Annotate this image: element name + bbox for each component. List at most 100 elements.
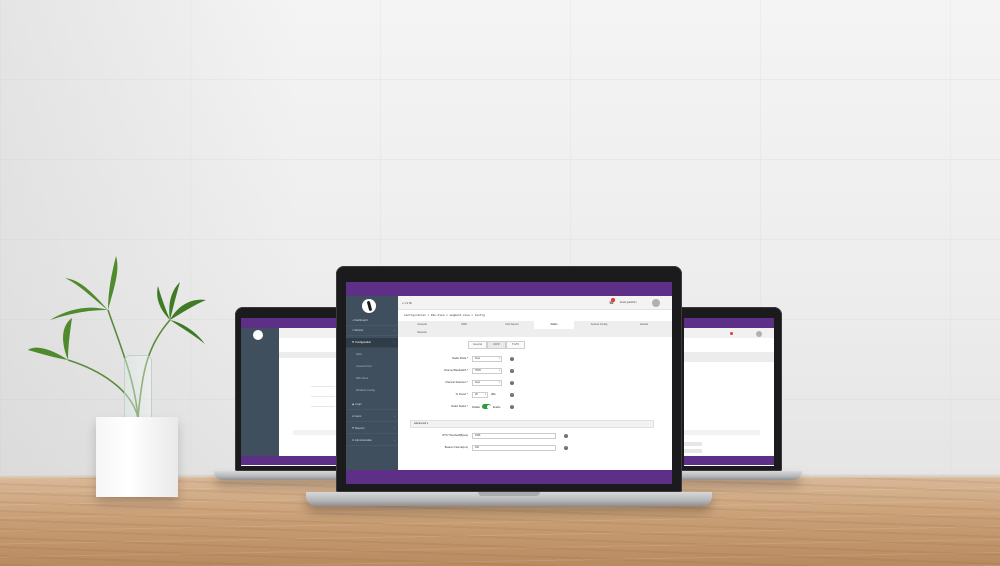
rts-threshold-label: RTS Threshold(Bytes) <box>442 434 468 437</box>
chevron-right-icon: › <box>394 329 395 332</box>
chevron-down-icon: ▾ <box>484 393 486 396</box>
chevron-down-icon: ⌄ <box>392 341 395 344</box>
notification-badge <box>611 298 615 302</box>
right-topbar <box>684 318 774 328</box>
radio-status-label: Radio Status * <box>451 405 468 408</box>
chevron-down-icon: ▾ <box>498 381 500 384</box>
laptop-center-screen: ⌂ Dashboard □ Monitor › ⚒ Configuration … <box>346 282 672 484</box>
left-footer <box>241 456 347 465</box>
sidebar-item-label: Reports <box>355 427 365 430</box>
subtab-5ghz[interactable]: 5 GHz <box>506 341 525 349</box>
chevron-right-icon: › <box>394 439 395 442</box>
sidebar-item-label: Dashboard <box>354 319 368 322</box>
tab-radio[interactable]: Radio <box>534 321 574 329</box>
right-bell-icon <box>730 332 733 335</box>
breadcrumb: Configuration > Pan-Olsa > segment.olsa … <box>404 313 485 317</box>
sidebar-item-monitor[interactable]: □ Monitor › <box>346 326 398 336</box>
info-icon[interactable]: i <box>510 393 514 397</box>
tab-network[interactable]: Network <box>406 329 438 337</box>
right-advanced <box>684 430 760 435</box>
white-pot <box>96 417 178 497</box>
right-footer <box>684 456 774 465</box>
tx-power-row: Tx Power * 20 ▾ dBm i <box>398 392 672 400</box>
beacon-interval-input[interactable]: 100 <box>472 445 556 451</box>
chevron-down-icon: ▾ <box>498 369 500 372</box>
sidebar-item-label: WiFi Zone <box>356 377 369 380</box>
chevron-down-icon: ▾ <box>498 357 500 360</box>
right-field <box>684 442 702 446</box>
sidebar-item-label: Administration <box>355 439 373 442</box>
info-icon[interactable]: i <box>564 446 568 450</box>
tx-power-label: Tx Power * <box>455 393 468 396</box>
channel-bandwidth-select[interactable]: HT20 ▾ <box>472 368 502 374</box>
beacon-interval-label: Beacon Interval(ms) <box>444 446 468 449</box>
chevron-right-icon: › <box>394 415 395 418</box>
sidebar-item-wireless-config[interactable]: Wireless Config <box>346 386 398 396</box>
plant-icon <box>28 256 206 419</box>
sidebar-item-sites[interactable]: Sites <box>346 350 398 360</box>
subtab-general[interactable]: General <box>468 341 487 349</box>
radio-status-off-label: Disable <box>472 406 480 409</box>
sidebar-item-dashboard[interactable]: ⌂ Dashboard <box>346 316 398 326</box>
bottom-bar <box>346 470 672 484</box>
tab-access-config[interactable]: Access Config <box>578 321 620 329</box>
radio-mode-row: Radio Mode * 11ac ▾ i <box>398 356 672 364</box>
info-icon[interactable]: i <box>510 369 514 373</box>
sidebar-item-configuration[interactable]: ⚒ Configuration ⌄ <box>346 338 398 348</box>
tab-aaa-server[interactable]: AAA Server <box>492 321 532 329</box>
tab-ssid[interactable]: SSID <box>448 321 480 329</box>
advanced-section-toggle[interactable]: Advanced ▾ <box>410 420 654 428</box>
channel-selection-label: Channel Selection * <box>445 381 468 384</box>
info-icon[interactable]: i <box>510 381 514 385</box>
left-line <box>311 406 335 407</box>
rts-threshold-input[interactable]: 2346 <box>472 433 556 439</box>
info-icon[interactable]: i <box>510 405 514 409</box>
sidebar-item-wifi-zone[interactable]: WiFi Zone <box>346 374 398 384</box>
tx-power-select[interactable]: 20 ▾ <box>472 392 488 398</box>
radio-mode-select[interactable]: 11ac ▾ <box>472 356 502 362</box>
channel-selection-select[interactable]: Auto ▾ <box>472 380 502 386</box>
tx-power-unit: dBm <box>491 393 496 396</box>
laptop-center-notch <box>478 492 540 496</box>
sidebar-item-label: Sites <box>356 353 362 356</box>
radio-mode-label: Radio Mode * <box>452 357 468 360</box>
sidebar-item-users[interactable]: ● Users › <box>346 412 398 422</box>
right-avatar <box>756 331 762 337</box>
sidebar-item-access-point[interactable]: Access Point <box>346 362 398 372</box>
channel-bandwidth-row: Channel Bandwidth * HT20 ▾ i <box>398 368 672 376</box>
subtab-2ghz[interactable]: 2GHz <box>487 341 506 349</box>
radio-status-toggle[interactable] <box>482 404 491 409</box>
sidebar-item-administration[interactable]: ⚙ Administration › <box>346 436 398 446</box>
left-topbar <box>241 318 347 328</box>
info-icon[interactable]: i <box>510 357 514 361</box>
sidebar-item-label: Configuration <box>355 341 372 344</box>
version-label: v-1.3.5b <box>402 301 413 305</box>
radio-status-row: Radio Status * Disable Enable i <box>398 404 672 412</box>
radio-status-on-label: Enable <box>493 406 501 409</box>
sidebar-item-label: Wireless Config <box>356 389 375 392</box>
avatar[interactable] <box>652 299 660 307</box>
channel-bandwidth-label: Channel Bandwidth * <box>443 369 468 372</box>
config-tabs: General SSID AAA Server Radio Access Con… <box>398 321 672 337</box>
sidebar-item-label: Users <box>354 415 362 418</box>
right-field <box>684 449 702 453</box>
rts-threshold-row: RTS Threshold(Bytes) 2346 i <box>398 433 672 441</box>
info-icon[interactable]: i <box>564 434 568 438</box>
chevron-right-icon: › <box>394 427 395 430</box>
main-content: Configuration > Pan-Olsa > segment.olsa … <box>398 310 672 470</box>
left-logo-icon <box>253 330 263 340</box>
laptop-left-screen <box>241 318 347 466</box>
left-sidebar <box>241 328 279 456</box>
beacon-interval-row: Beacon Interval(ms) 100 i <box>398 445 672 453</box>
left-line <box>311 386 335 387</box>
sidebar-item-reports[interactable]: ☰ Reports › <box>346 424 398 434</box>
channel-selection-value: Auto <box>475 381 480 384</box>
tab-general[interactable]: General <box>406 321 438 329</box>
tab-guests[interactable]: Guests <box>624 321 664 329</box>
sidebar-item-login[interactable]: ◉ Login <box>346 400 398 410</box>
sidebar-item-label: Access Point <box>356 365 372 368</box>
tx-power-value: 20 <box>475 393 478 396</box>
username[interactable]: kevin.pankhim <box>620 301 637 304</box>
glass-vase <box>124 355 152 419</box>
brand-logo-icon <box>362 299 376 313</box>
